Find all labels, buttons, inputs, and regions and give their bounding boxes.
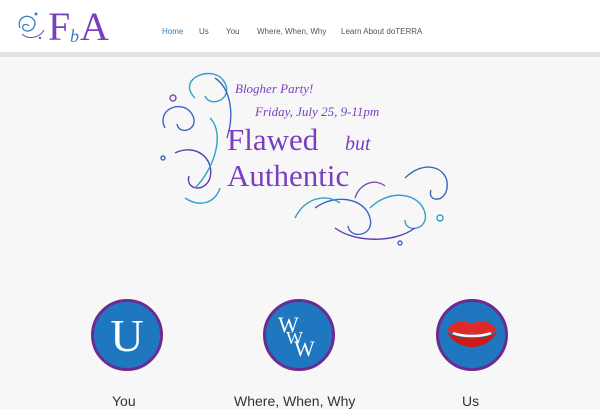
hero-title-but: but [345,133,371,155]
svg-text:b: b [70,26,79,46]
nav-learn-about-doterra[interactable]: Learn About doTERRA [341,27,422,36]
feature-us-caption[interactable]: Us [462,393,479,409]
feature-you-circle[interactable]: U [91,299,163,371]
header-divider [0,52,600,57]
hero-date-line: Friday, July 25, 9-11pm [254,104,379,119]
nav-you[interactable]: You [226,27,240,36]
logo-text: F [48,4,70,48]
svg-text:W: W [294,336,315,361]
www-letters-icon: W W W [278,312,315,361]
red-lips-icon [447,321,497,347]
hero-banner: Blogher Party! Friday, July 25, 9-11pm F… [160,72,448,246]
hero-event-line: Blogher Party! [235,81,313,96]
hero-title-flawed: Flawed [227,122,319,157]
nav-where-when-why[interactable]: Where, When, Why [257,27,326,36]
site-header: F b A Home Us You Where, When, Why Learn… [0,0,600,52]
swirl-ornament-left [160,72,232,204]
feature-us-circle[interactable] [436,299,508,371]
feature-you-caption[interactable]: You [112,393,136,409]
u-letter-icon: U [110,309,144,361]
nav-home[interactable]: Home [162,27,183,36]
feature-where-when-why-circle[interactable]: W W W [263,299,335,371]
hero-title-authentic: Authentic [227,158,349,193]
svg-text:A: A [80,4,109,48]
nav-us[interactable]: Us [199,27,209,36]
feature-where-when-why-caption[interactable]: Where, When, Why [234,393,355,409]
site-logo[interactable]: F b A [14,4,124,48]
